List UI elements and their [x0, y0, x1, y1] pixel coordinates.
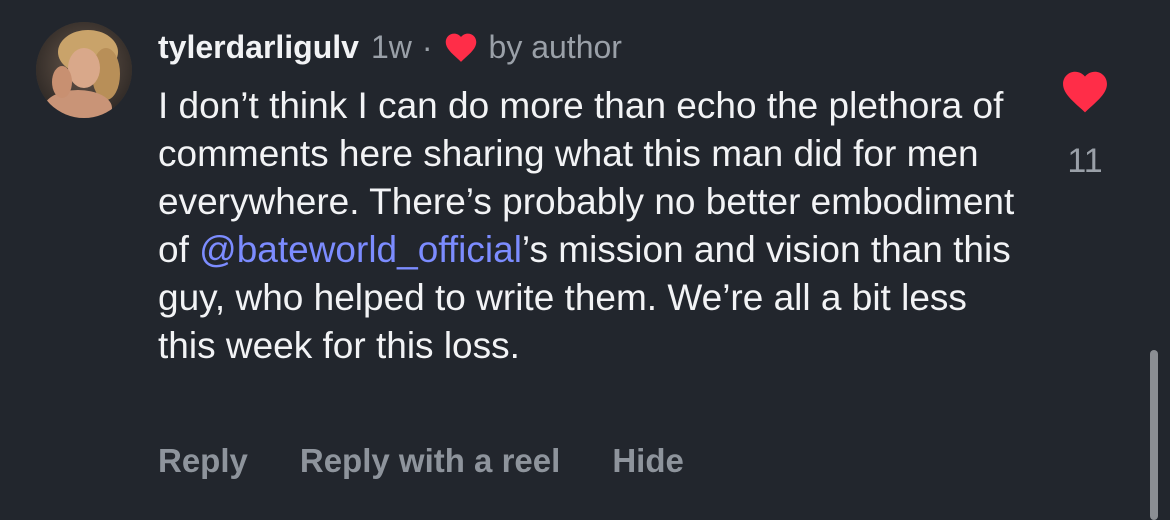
hide-button[interactable]: Hide [612, 442, 684, 480]
mention-link[interactable]: @bateworld_official [199, 229, 522, 270]
comment-actions: Reply Reply with a reel Hide [158, 438, 684, 484]
reply-with-reel-button[interactable]: Reply with a reel [300, 442, 560, 480]
heart-icon [443, 31, 479, 63]
comment-header: tylerdarligulv 1w · by author [158, 26, 622, 68]
username[interactable]: tylerdarligulv [158, 29, 359, 66]
reply-button[interactable]: Reply [158, 442, 248, 480]
comment-timestamp: 1w [370, 28, 412, 65]
separator-dot: · [421, 28, 433, 65]
scrollbar[interactable] [1150, 350, 1158, 520]
avatar-image [36, 22, 132, 118]
liked-by-author-label: by author [488, 28, 622, 65]
comment-avatar[interactable] [36, 22, 132, 118]
comment-text: I don’t think I can do more than echo th… [158, 82, 1018, 370]
like-button[interactable] [1059, 68, 1111, 114]
heart-icon [1063, 71, 1107, 113]
like-count[interactable]: 11 [1040, 142, 1130, 181]
